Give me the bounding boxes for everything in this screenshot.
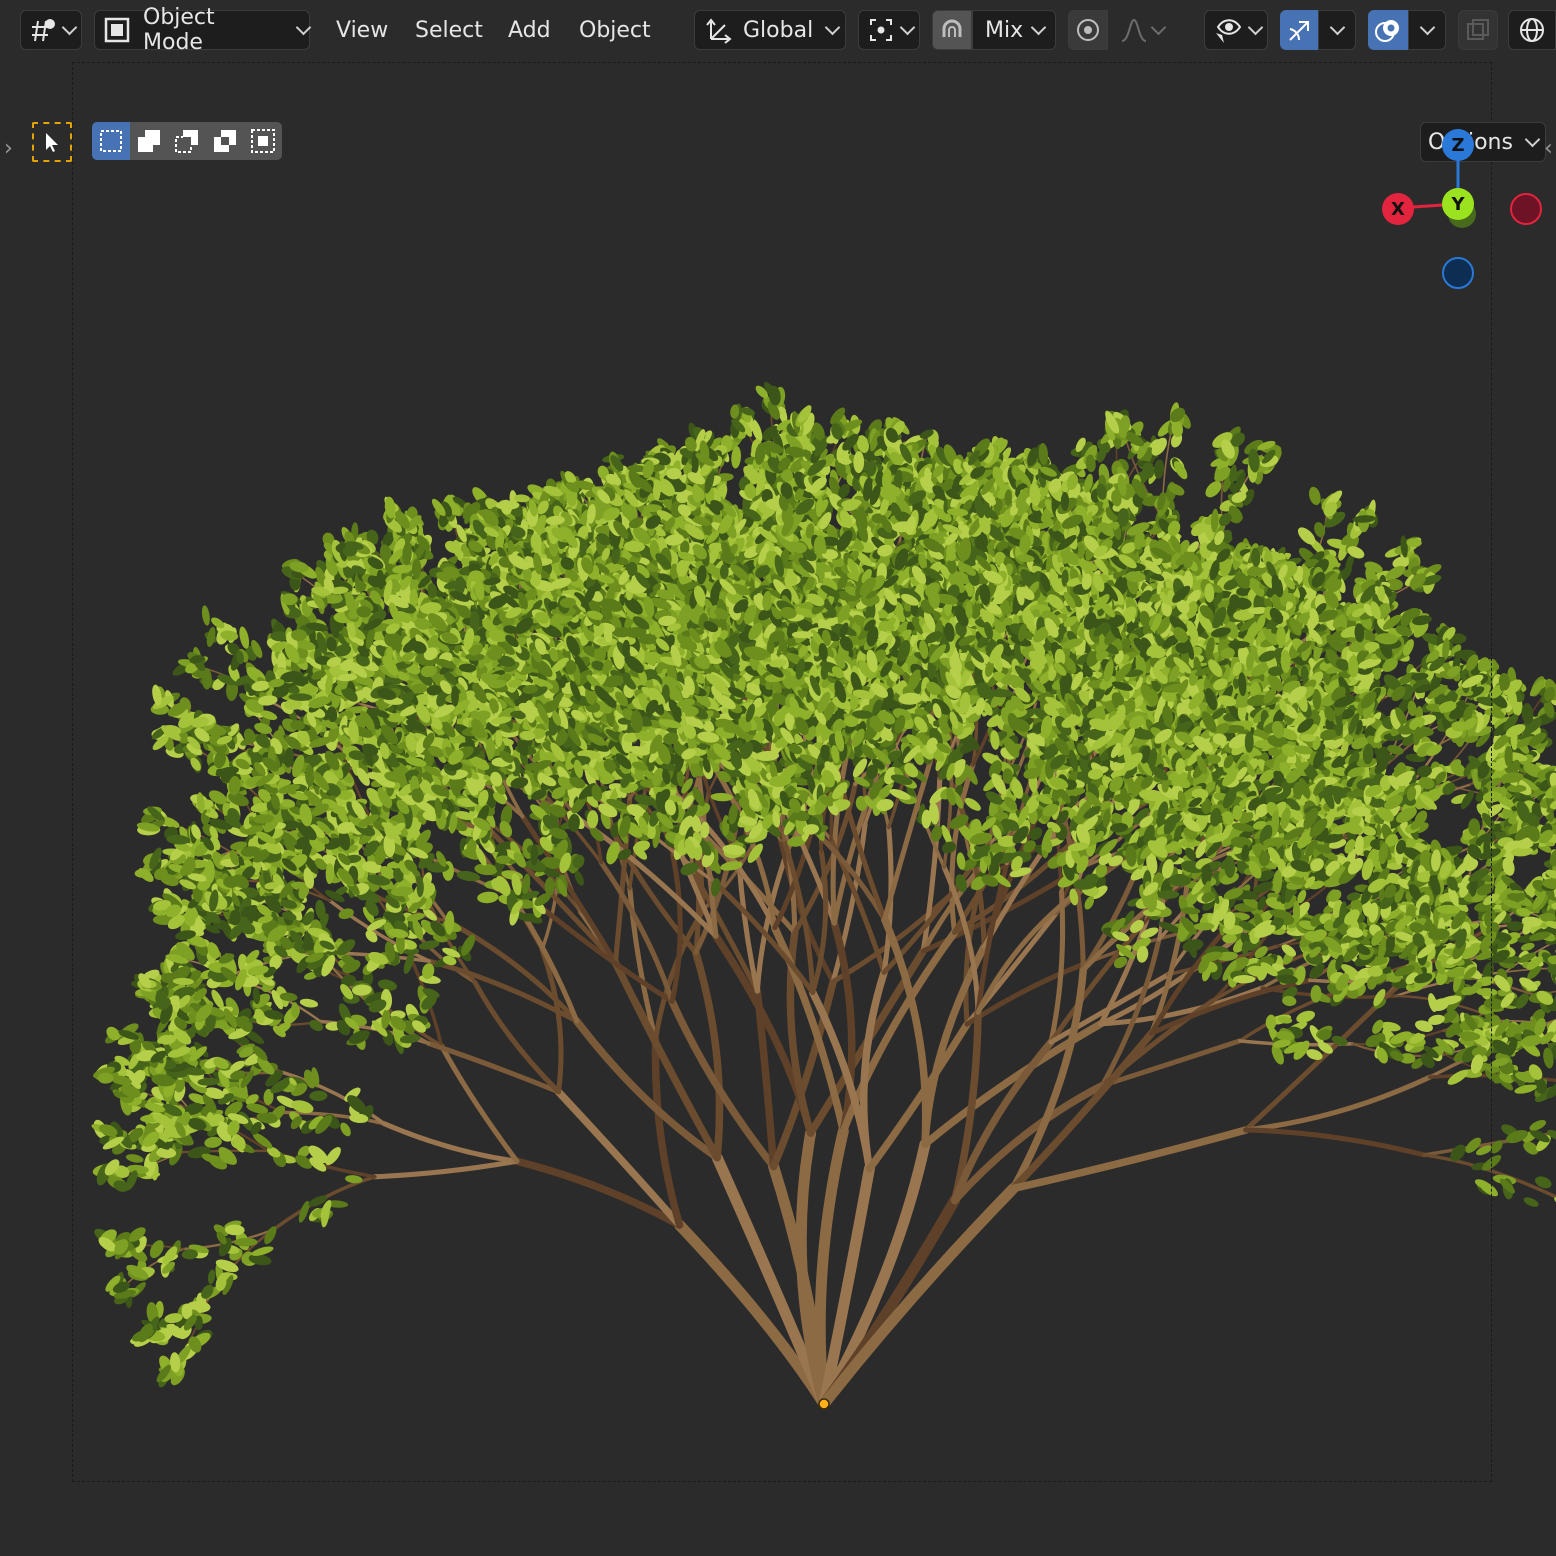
proportional-editing-toggle[interactable] — [1068, 10, 1108, 50]
xray-toggle[interactable] — [1458, 10, 1498, 50]
sidebar-expand-arrow-icon[interactable]: ‹ — [1544, 136, 1553, 161]
show-gizmo-toggle[interactable] — [1280, 10, 1318, 50]
3d-viewport[interactable]: Options › ‹ Z X Y — [4, 60, 1556, 1556]
subtract-selection-icon — [173, 127, 201, 155]
gizmo-options-dropdown[interactable] — [1318, 10, 1356, 50]
select-box-tool-icon — [41, 131, 63, 153]
gizmo-negative-z-axis[interactable] — [1442, 257, 1474, 289]
object-mode-icon — [103, 16, 131, 44]
chevron-down-icon — [295, 19, 312, 35]
menu-select[interactable]: Select — [411, 10, 487, 50]
snap-target-selector[interactable]: Mix — [972, 10, 1056, 50]
chevron-down-icon — [1247, 19, 1263, 35]
chevron-down-icon — [1150, 19, 1166, 35]
viewport-header: Object Mode View Select Add Object Globa… — [0, 0, 1556, 60]
gizmo-y-axis[interactable]: Y — [1442, 188, 1474, 220]
selection-mode-extend[interactable] — [130, 122, 168, 160]
pivot-point-selector[interactable] — [858, 10, 920, 50]
navigation-gizmo[interactable]: Z X Y — [1374, 126, 1544, 296]
set-new-selection-icon — [97, 127, 125, 155]
chevron-down-icon — [1419, 19, 1435, 35]
xray-icon — [1464, 16, 1492, 44]
overlays-options-dropdown[interactable] — [1408, 10, 1446, 50]
object-visibility-selector[interactable] — [1204, 10, 1268, 50]
selection-mode-intersect[interactable] — [244, 122, 282, 160]
editor-type-button[interactable] — [20, 10, 82, 50]
chevron-down-icon — [61, 19, 77, 35]
wireframe-shading-button[interactable] — [1508, 10, 1556, 50]
show-overlays-icon — [1373, 15, 1403, 45]
snap-toggle[interactable] — [932, 10, 972, 50]
mode-label: Object Mode — [143, 5, 280, 55]
selection-mode-subtract[interactable] — [168, 122, 206, 160]
chevron-down-icon — [1030, 19, 1047, 35]
show-gizmo-icon — [1284, 15, 1314, 45]
wireframe-shading-icon — [1517, 15, 1547, 45]
selection-mode-new[interactable] — [92, 122, 130, 160]
selection-mode-invert[interactable] — [206, 122, 244, 160]
falloff-curve-icon — [1119, 15, 1149, 45]
gizmo-z-axis[interactable]: Z — [1442, 129, 1474, 161]
menu-object[interactable]: Object — [575, 10, 655, 50]
menu-add[interactable]: Add — [504, 10, 555, 50]
gizmo-negative-x-axis[interactable] — [1510, 193, 1542, 225]
chevron-down-icon — [899, 19, 915, 35]
mode-selector[interactable]: Object Mode — [94, 5, 312, 55]
3d-viewport-icon — [28, 15, 58, 45]
visibility-eye-icon — [1212, 15, 1244, 45]
transform-orientation-icon — [703, 15, 733, 45]
pivot-point-icon — [866, 15, 896, 45]
chevron-down-icon — [1329, 19, 1345, 35]
extend-selection-icon — [135, 127, 163, 155]
active-tool-button[interactable] — [32, 122, 72, 162]
transform-orientation-label: Global — [743, 18, 813, 43]
transform-orientation-selector[interactable]: Global — [694, 10, 846, 50]
proportional-editing-icon — [1073, 15, 1103, 45]
camera-frame-border — [72, 62, 1492, 1482]
intersect-selection-icon — [249, 127, 277, 155]
gizmo-x-axis[interactable]: X — [1382, 193, 1414, 225]
menu-view[interactable]: View — [332, 10, 392, 50]
chevron-down-icon — [824, 19, 841, 35]
snap-magnet-icon — [937, 15, 967, 45]
proportional-falloff-selector[interactable] — [1110, 10, 1172, 50]
show-overlays-toggle[interactable] — [1368, 10, 1408, 50]
snap-target-label: Mix — [985, 18, 1023, 43]
invert-selection-icon — [211, 127, 239, 155]
toolbar-expand-arrow-icon[interactable]: › — [4, 136, 13, 161]
